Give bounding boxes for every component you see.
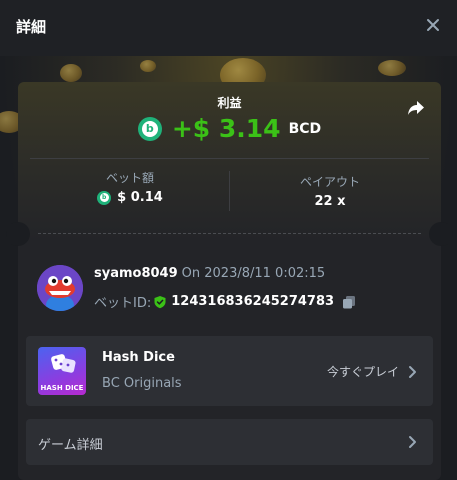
modal-title: 詳細 (16, 18, 47, 36)
profit-label: 利益 (217, 96, 242, 110)
coin-decoration (140, 60, 156, 72)
game-name: Hash Dice (102, 350, 175, 365)
game-link[interactable]: HASH DICE Hash Dice BC Originals 今すぐプレイ (26, 336, 433, 406)
coin-decoration (378, 60, 406, 76)
game-details-row[interactable]: ゲーム詳細 (26, 419, 433, 465)
payout-stat: ペイアウト 22 x (230, 173, 430, 209)
profit-currency: BCD (288, 120, 322, 137)
play-now-button[interactable]: 今すぐプレイ (327, 363, 417, 380)
game-provider: BC Originals (102, 376, 182, 391)
game-thumbnail-text: HASH DICE (40, 384, 84, 392)
game-thumbnail: HASH DICE (38, 347, 86, 395)
dashed-divider (38, 233, 421, 234)
coin-decoration (60, 64, 82, 82)
user-line: syamo8049 On 2023/8/11 0:02:15 (94, 266, 325, 281)
modal-header: 詳細 (0, 0, 457, 56)
shield-check-icon (154, 295, 166, 308)
share-icon[interactable] (405, 97, 427, 119)
play-now-label: 今すぐプレイ (326, 365, 399, 379)
username[interactable]: syamo8049 (94, 266, 178, 281)
profit-amount: +$ 3.14 (171, 114, 281, 143)
ticket-notch-right (429, 222, 453, 246)
bcd-coin-icon: b (137, 116, 162, 141)
bcd-coin-icon: b (97, 190, 112, 205)
bet-timestamp: On 2023/8/11 0:02:15 (181, 266, 326, 281)
bet-amount-value-row: b $ 0.14 (30, 190, 230, 205)
avatar[interactable] (37, 265, 83, 311)
payout-label: ペイアウト (299, 175, 360, 189)
ticket-notch-left (6, 222, 30, 246)
chevron-right-icon (409, 436, 416, 448)
bet-amount-label: ベット額 (105, 171, 154, 185)
close-icon[interactable] (425, 17, 441, 33)
bet-detail-card: 利益 b +$ 3.14 BCD ベット額 b $ 0.14 ペイアウト 22 … (6, 82, 453, 480)
bet-amount-value: $ 0.14 (117, 190, 163, 205)
bet-amount-stat: ベット額 b $ 0.14 (30, 169, 230, 205)
game-details-label: ゲーム詳細 (38, 438, 103, 453)
bet-id-line: ベットID: 124316836245274783 (94, 292, 356, 311)
payout-value: 22 x (314, 194, 346, 209)
bet-id-value: 124316836245274783 (171, 294, 335, 309)
divider (30, 158, 429, 159)
avatar-image (37, 265, 83, 311)
chevron-right-icon (409, 365, 416, 378)
copy-icon[interactable] (342, 295, 356, 309)
bet-id-label: ベットID: (94, 296, 152, 311)
profit-row: b +$ 3.14 BCD (18, 114, 441, 143)
